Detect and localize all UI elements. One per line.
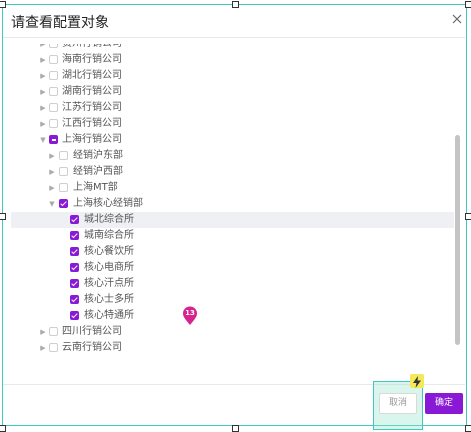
tree-node[interactable]: ▶ 上海MT部 — [11, 180, 454, 196]
ok-button[interactable]: 确定 — [425, 393, 463, 414]
tree-node-label: 湖南行销公司 — [62, 86, 122, 97]
tree-node-label: 四川行销公司 — [62, 326, 122, 337]
tree-node[interactable]: ▶ 贵州行销公司 — [11, 44, 454, 52]
caret-right-icon[interactable]: ▶ — [48, 148, 56, 164]
tree-node-label: 核心特通所 — [84, 310, 134, 321]
lightning-icon — [410, 374, 424, 388]
tree-node-checkbox[interactable] — [59, 199, 68, 208]
tree-node[interactable]: 核心士多所 — [11, 292, 454, 308]
caret-right-icon[interactable]: ▶ — [39, 324, 47, 340]
tree-node-checkbox[interactable] — [70, 215, 79, 224]
resize-handle-middle-left[interactable] — [0, 213, 6, 220]
tree-node[interactable]: 核心汗点所 — [11, 276, 454, 292]
tree-node-label: 核心电商所 — [84, 262, 134, 273]
close-icon[interactable] — [450, 12, 464, 26]
tree-node-label: 湖北行销公司 — [62, 70, 122, 81]
caret-right-icon[interactable]: ▶ — [39, 44, 47, 52]
tree-node-label: 上海行销公司 — [62, 134, 122, 145]
tree-node[interactable]: 城北综合所 — [11, 212, 454, 228]
caret-right-icon[interactable]: ▶ — [39, 52, 47, 68]
tree-node[interactable]: 核心餐饮所 — [11, 244, 454, 260]
tree-node-label: 经销沪东部 — [73, 150, 123, 161]
tree-node-checkbox[interactable] — [49, 71, 58, 80]
tree-node-checkbox[interactable] — [59, 151, 68, 160]
tree-node-label: 江苏行销公司 — [62, 102, 122, 113]
tree-node-checkbox[interactable] — [70, 311, 79, 320]
tree-node-label: 江西行销公司 — [62, 118, 122, 129]
tree-node-checkbox[interactable] — [49, 87, 58, 96]
tree-node-checkbox[interactable] — [70, 279, 79, 288]
tree-node-label: 经销沪西部 — [73, 166, 123, 177]
tree-node[interactable]: 城南综合所 — [11, 228, 454, 244]
tree-node-checkbox[interactable] — [49, 119, 58, 128]
tree-node-checkbox[interactable] — [49, 135, 58, 144]
caret-right-icon[interactable]: ▶ — [39, 116, 47, 132]
tree-node[interactable]: ▶ 江苏行销公司 — [11, 100, 454, 116]
tree-node-checkbox[interactable] — [70, 295, 79, 304]
tree-node[interactable]: ▶ 湖南行销公司 — [11, 84, 454, 100]
caret-right-icon[interactable]: ▶ — [39, 100, 47, 116]
cancel-button[interactable]: 取消 — [379, 393, 417, 414]
tree-node[interactable]: ▶ 四川行销公司 — [11, 324, 454, 340]
tree-node-checkbox[interactable] — [59, 183, 68, 192]
resize-handle-top-left[interactable] — [0, 1, 6, 8]
tree-node[interactable]: ▶ 海南行销公司 — [11, 52, 454, 68]
step-number: 13 — [185, 309, 195, 317]
tree-node-label: 上海MT部 — [73, 182, 118, 193]
tree-node-checkbox[interactable] — [49, 44, 58, 48]
tree-node[interactable]: ▼ 上海核心经销部 — [11, 196, 454, 212]
resize-handle-top-right[interactable] — [465, 1, 471, 8]
caret-right-icon[interactable]: ▶ — [39, 84, 47, 100]
resize-handle-top-center[interactable] — [232, 1, 239, 8]
resize-handle-middle-right[interactable] — [465, 213, 471, 220]
tree-node-label: 核心士多所 — [84, 294, 134, 305]
tree-node-checkbox[interactable] — [70, 231, 79, 240]
tree-node-label: 城南综合所 — [84, 230, 134, 241]
tree-node-label: 云南行销公司 — [62, 342, 122, 353]
caret-down-icon[interactable]: ▼ — [39, 132, 47, 148]
tree-node-label: 上海核心经销部 — [73, 198, 143, 209]
tree-node[interactable]: 核心电商所 — [11, 260, 454, 276]
tree-node[interactable]: ▶ 云南行销公司 — [11, 340, 454, 356]
tree-node-checkbox[interactable] — [70, 263, 79, 272]
tree-node[interactable]: ▶ 经销沪西部 — [11, 164, 454, 180]
resize-handle-bottom-left[interactable] — [0, 425, 6, 432]
tree-node-label: 核心餐饮所 — [84, 246, 134, 257]
tree-node-checkbox[interactable] — [49, 55, 58, 64]
tree-view: ▶ 贵州行销公司 ▶ 海南行销公司 ▶ 湖北行销公司 ▶ 湖南行销公司 ▶ 江苏行销公司 ▶ 江西行销… — [11, 44, 454, 372]
tree-node-checkbox[interactable] — [49, 343, 58, 352]
tree-node-checkbox[interactable] — [59, 167, 68, 176]
caret-right-icon[interactable]: ▶ — [48, 164, 56, 180]
tree-node[interactable]: ▶ 经销沪东部 — [11, 148, 454, 164]
dialog-title: 请查看配置对象 — [11, 15, 109, 31]
scrollbar[interactable] — [455, 40, 461, 370]
resize-handle-bottom-right[interactable] — [465, 425, 471, 432]
tree-node-label: 城北综合所 — [84, 214, 134, 225]
tree-node-checkbox[interactable] — [70, 247, 79, 256]
tree-node[interactable]: 核心特通所 — [11, 308, 454, 324]
tree-node-label: 海南行销公司 — [62, 54, 122, 65]
resize-handle-bottom-center[interactable] — [232, 425, 239, 432]
tree-node-checkbox[interactable] — [49, 103, 58, 112]
tree-node-checkbox[interactable] — [49, 327, 58, 336]
caret-right-icon[interactable]: ▶ — [48, 180, 56, 196]
caret-right-icon[interactable]: ▶ — [39, 68, 47, 84]
tree-node[interactable]: ▼ 上海行销公司 — [11, 132, 454, 148]
scrollbar-thumb[interactable] — [455, 135, 460, 345]
caret-right-icon[interactable]: ▶ — [39, 340, 47, 356]
header-divider — [3, 37, 465, 38]
step-marker: 13 — [181, 306, 199, 326]
tree-node-label: 贵州行销公司 — [62, 44, 122, 52]
tree-node[interactable]: ▶ 江西行销公司 — [11, 116, 454, 132]
caret-down-icon[interactable]: ▼ — [48, 196, 56, 212]
tree-node-label: 核心汗点所 — [84, 278, 134, 289]
tree-node[interactable]: ▶ 湖北行销公司 — [11, 68, 454, 84]
